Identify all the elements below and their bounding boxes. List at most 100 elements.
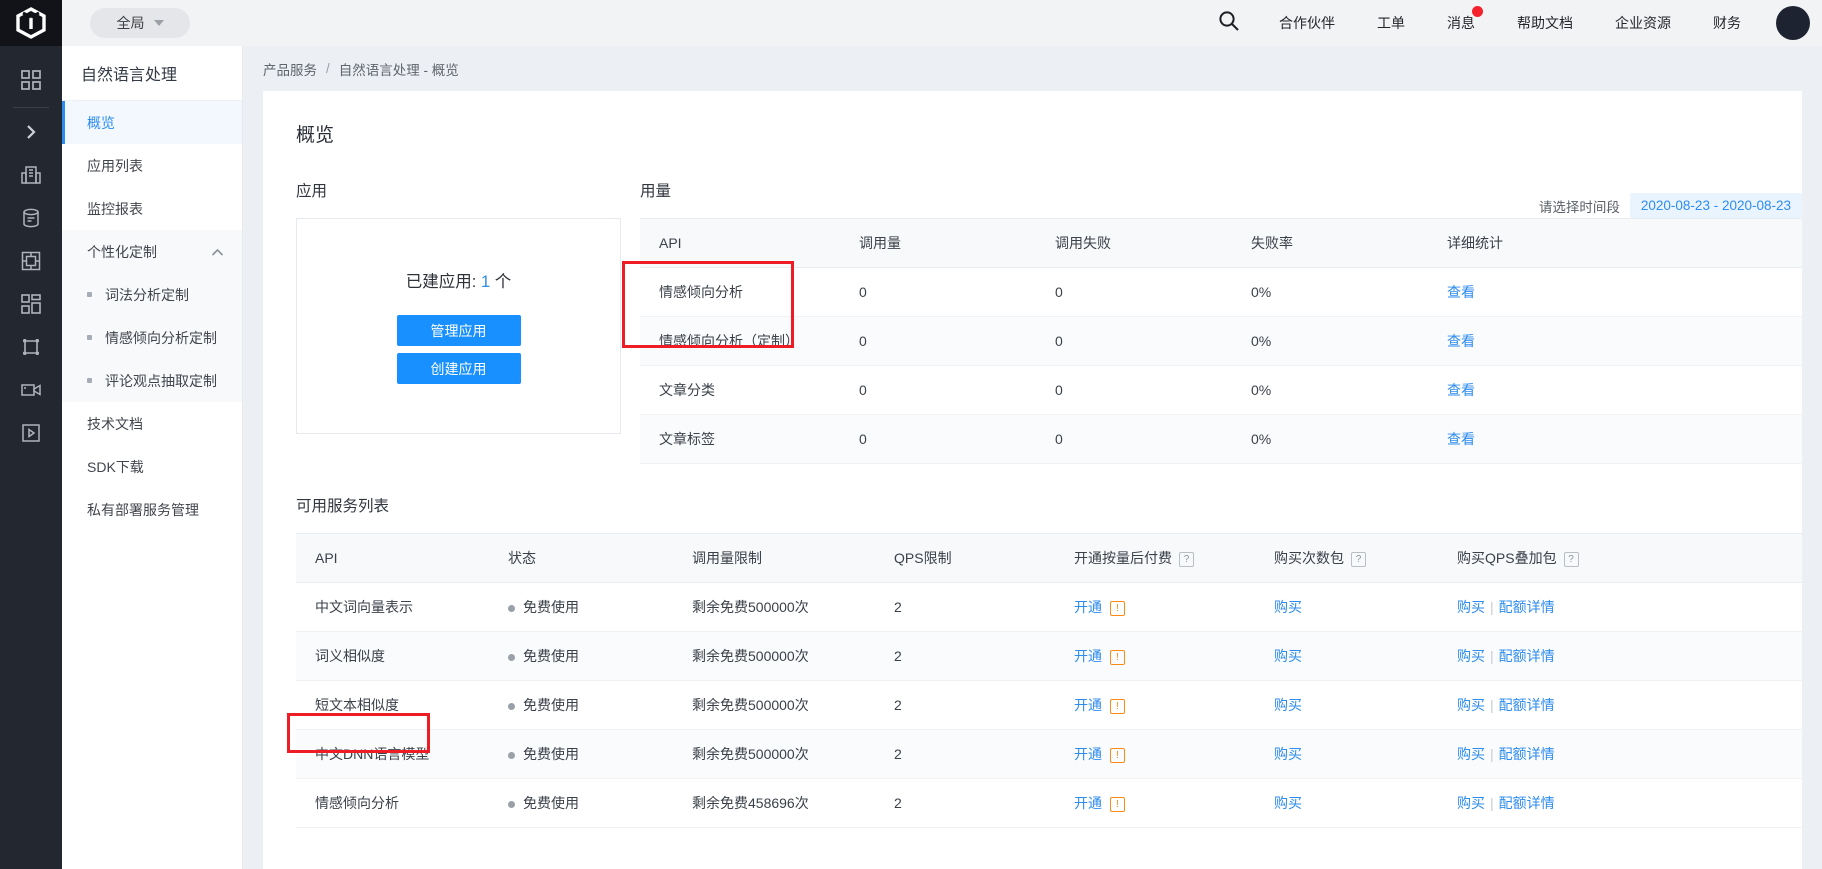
top-nav-item-partners[interactable]: 合作伙伴 bbox=[1258, 13, 1356, 33]
chip-icon bbox=[20, 250, 42, 272]
quota-detail-link[interactable]: 配额详情 bbox=[1499, 795, 1555, 811]
top-nav-label: 工单 bbox=[1377, 15, 1405, 31]
services-cell-enable: 开通! bbox=[1055, 729, 1255, 779]
manage-app-button[interactable]: 管理应用 bbox=[396, 315, 521, 346]
usage-detail-link[interactable]: 查看 bbox=[1447, 284, 1475, 300]
sidebar-item-sentiment-customization[interactable]: 情感倾向分析定制 bbox=[62, 316, 242, 359]
services-cell-qps: 2 bbox=[875, 729, 1055, 779]
buy-link[interactable]: 购买 bbox=[1274, 599, 1302, 615]
rail-item-video[interactable] bbox=[0, 368, 62, 411]
usage-col-fail-rate: 失败率 bbox=[1232, 218, 1428, 268]
status-dot-icon bbox=[508, 653, 515, 661]
services-col-buy-call-package-label: 购买次数包 bbox=[1274, 550, 1344, 566]
usage-cell-api: 文章标签 bbox=[640, 414, 840, 464]
help-icon[interactable]: ? bbox=[1179, 551, 1194, 567]
rail-item-building[interactable] bbox=[0, 153, 62, 196]
buy-qps-link[interactable]: 购买 bbox=[1457, 746, 1485, 762]
sidebar-item-private-deploy[interactable]: 私有部署服务管理 bbox=[62, 488, 242, 531]
warning-icon[interactable]: ! bbox=[1110, 796, 1125, 812]
help-icon[interactable]: ? bbox=[1351, 551, 1366, 567]
enable-link[interactable]: 开通 bbox=[1074, 746, 1102, 762]
sidebar-item-app-list[interactable]: 应用列表 bbox=[62, 144, 242, 187]
sidebar-item-label: 私有部署服务管理 bbox=[87, 501, 199, 518]
breadcrumb: 产品服务 / 自然语言处理 - 概览 bbox=[243, 46, 1822, 91]
sidebar-item-lexical-customization[interactable]: 词法分析定制 bbox=[62, 273, 242, 316]
bullet-icon bbox=[87, 292, 92, 297]
warning-icon[interactable]: ! bbox=[1110, 747, 1125, 763]
usage-detail-link[interactable]: 查看 bbox=[1447, 333, 1475, 349]
rail-item-nodes[interactable] bbox=[0, 325, 62, 368]
top-nav-label: 企业资源 bbox=[1615, 15, 1671, 31]
sidebar-item-comment-extraction-customization[interactable]: 评论观点抽取定制 bbox=[62, 359, 242, 402]
rail-item-media-play[interactable] bbox=[0, 411, 62, 454]
rail-item-expand[interactable] bbox=[0, 110, 62, 153]
enable-link[interactable]: 开通 bbox=[1074, 648, 1102, 664]
top-nav-item-messages[interactable]: 消息 bbox=[1426, 6, 1496, 33]
rail-item-dashboard[interactable] bbox=[0, 282, 62, 325]
icon-rail bbox=[0, 0, 62, 869]
top-nav-item-help-docs[interactable]: 帮助文档 bbox=[1496, 13, 1594, 33]
date-range-picker: 请选择时间段 2020-08-23 - 2020-08-23 bbox=[1539, 193, 1802, 218]
app-section: 应用 已建应用: 1 个 管理应用 创建应用 bbox=[296, 179, 621, 464]
enable-link[interactable]: 开通 bbox=[1074, 599, 1102, 615]
date-range-value[interactable]: 2020-08-23 - 2020-08-23 bbox=[1629, 193, 1802, 218]
usage-cell-api: 情感倾向分析 bbox=[640, 267, 840, 317]
quota-detail-link[interactable]: 配额详情 bbox=[1499, 697, 1555, 713]
sidebar-group-customization-header[interactable]: 个性化定制 bbox=[62, 230, 242, 273]
warning-icon[interactable]: ! bbox=[1110, 698, 1125, 714]
services-cell-status: 免费使用 bbox=[489, 582, 673, 632]
buy-link[interactable]: 购买 bbox=[1274, 746, 1302, 762]
sidebar-item-monitor-report[interactable]: 监控报表 bbox=[62, 187, 242, 230]
database-icon bbox=[20, 207, 42, 229]
breadcrumb-root[interactable]: 产品服务 bbox=[263, 59, 317, 79]
services-table-row: 中文词向量表示 免费使用 剩余免费500000次 2 开通! 购买 购买 | 配额详… bbox=[296, 582, 1802, 632]
sidebar-item-sdk-download[interactable]: SDK下载 bbox=[62, 445, 242, 488]
sidebar-item-overview[interactable]: 概览 bbox=[62, 101, 242, 144]
enable-link[interactable]: 开通 bbox=[1074, 697, 1102, 713]
warning-icon[interactable]: ! bbox=[1110, 600, 1125, 616]
create-app-button[interactable]: 创建应用 bbox=[396, 353, 521, 384]
services-cell-limit: 剩余免费500000次 bbox=[673, 582, 875, 632]
usage-detail-link[interactable]: 查看 bbox=[1447, 431, 1475, 447]
product-sidebar-title: 自然语言处理 bbox=[62, 46, 242, 101]
top-bar: 全局 合作伙伴 工单 消息 帮助文档 企业资源 财务 bbox=[62, 0, 1822, 46]
usage-table-row: 情感倾向分析（定制） 0 0 0% 查看 bbox=[640, 316, 1802, 366]
buy-link[interactable]: 购买 bbox=[1274, 795, 1302, 811]
scope-selector[interactable]: 全局 bbox=[90, 8, 190, 38]
warning-icon[interactable]: ! bbox=[1110, 649, 1125, 665]
quota-detail-link[interactable]: 配额详情 bbox=[1499, 746, 1555, 762]
app-count: 已建应用: 1 个 bbox=[406, 268, 511, 292]
user-avatar[interactable] bbox=[1776, 6, 1810, 40]
buy-link[interactable]: 购买 bbox=[1274, 648, 1302, 664]
rail-item-chip[interactable] bbox=[0, 239, 62, 282]
enable-link[interactable]: 开通 bbox=[1074, 795, 1102, 811]
top-sections: 应用 已建应用: 1 个 管理应用 创建应用 用量 请选择时间段 2020-08… bbox=[263, 179, 1802, 464]
top-nav-item-finance[interactable]: 财务 bbox=[1692, 13, 1762, 33]
buy-qps-link[interactable]: 购买 bbox=[1457, 599, 1485, 615]
services-cell-status: 免费使用 bbox=[489, 778, 673, 828]
cube-logo-icon[interactable] bbox=[0, 0, 62, 46]
services-table-row: 词义相似度 免费使用 剩余免费500000次 2 开通! 购买 购买 | 配额详情 bbox=[296, 631, 1802, 681]
sidebar-item-tech-docs[interactable]: 技术文档 bbox=[62, 402, 242, 445]
buy-qps-link[interactable]: 购买 bbox=[1457, 697, 1485, 713]
usage-cell-api: 文章分类 bbox=[640, 365, 840, 415]
quota-detail-link[interactable]: 配额详情 bbox=[1499, 599, 1555, 615]
grid-apps-icon bbox=[20, 69, 42, 91]
rail-item-grid-apps[interactable] bbox=[0, 58, 62, 101]
help-icon[interactable]: ? bbox=[1563, 551, 1579, 567]
buy-qps-link[interactable]: 购买 bbox=[1457, 795, 1485, 811]
status-dot-icon bbox=[508, 702, 515, 710]
buy-link[interactable]: 购买 bbox=[1274, 697, 1302, 713]
usage-detail-link[interactable]: 查看 bbox=[1447, 382, 1475, 398]
top-nav-item-tickets[interactable]: 工单 bbox=[1356, 13, 1426, 33]
sidebar-item-label: 监控报表 bbox=[87, 200, 143, 217]
chevron-up-icon bbox=[211, 244, 224, 260]
quota-detail-link[interactable]: 配额详情 bbox=[1499, 648, 1555, 664]
buy-qps-link[interactable]: 购买 bbox=[1457, 648, 1485, 664]
nodes-icon bbox=[20, 336, 42, 358]
video-camera-icon bbox=[20, 379, 42, 401]
rail-item-database[interactable] bbox=[0, 196, 62, 239]
top-nav-item-enterprise-resources[interactable]: 企业资源 bbox=[1594, 13, 1692, 33]
services-cell-qps: 2 bbox=[875, 582, 1055, 632]
search-button[interactable] bbox=[1199, 9, 1258, 37]
